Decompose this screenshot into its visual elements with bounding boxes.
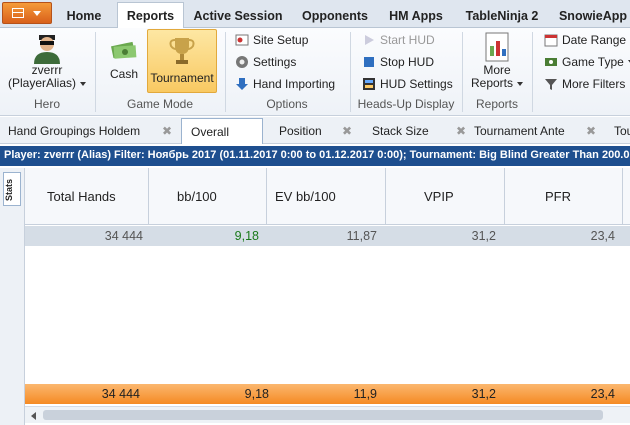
settings-label: Settings — [253, 55, 297, 69]
group-label-options: Options — [266, 97, 308, 111]
close-icon[interactable]: ✖ — [342, 124, 352, 138]
report-icon — [485, 32, 509, 62]
column-header-pfr[interactable]: PFR — [505, 168, 623, 225]
ribbon: zverrr (PlayerAlias) Hero Cash Tournamen… — [0, 28, 630, 116]
tab-tableninja[interactable]: TableNinja 2 — [460, 5, 544, 28]
report-tab-hand-groupings[interactable]: Hand Groupings Holdem — [8, 121, 140, 141]
menu-tab-bar: Home Reports Active Session Opponents HM… — [0, 0, 630, 29]
trophy-icon — [169, 38, 195, 64]
column-header-total-hands[interactable]: Total Hands — [25, 168, 149, 225]
separator — [225, 32, 226, 112]
stats-label: Stats — [4, 178, 15, 202]
separator — [462, 32, 463, 112]
column-header-vpip[interactable]: VPIP — [386, 168, 505, 225]
separator — [95, 32, 96, 112]
more-reports-button[interactable]: More Reports — [468, 30, 526, 94]
close-icon[interactable]: ✖ — [456, 124, 466, 138]
cell-pfr: 23,4 — [590, 229, 615, 243]
horizontal-scrollbar[interactable] — [25, 406, 630, 423]
grid-header: Total Hands bb/100 EV bb/100 VPIP PFR — [25, 168, 630, 225]
app-menu-button[interactable] — [2, 2, 52, 24]
cell-vpip: 31,2 — [471, 229, 496, 243]
separator — [350, 32, 351, 112]
more-filters-button[interactable]: More Filters — [544, 75, 625, 93]
start-hud-label: Start HUD — [380, 33, 435, 47]
stop-hud-button[interactable]: Stop HUD — [362, 53, 434, 71]
tab-reports[interactable]: Reports — [117, 2, 184, 29]
group-label-hud: Heads-Up Display — [357, 97, 455, 111]
tab-snowieapp[interactable]: SnowieApp — [556, 5, 630, 28]
site-setup-icon — [235, 33, 249, 47]
tournament-label: Tournament — [150, 71, 214, 85]
stop-icon — [362, 55, 376, 69]
total-ev-bb100: 11,9 — [353, 387, 377, 401]
group-label-hero: Hero — [33, 97, 60, 111]
chevron-down-icon — [33, 11, 41, 16]
start-hud-button[interactable]: Start HUD — [362, 31, 435, 49]
group-label-game-mode: Game Mode — [126, 97, 194, 111]
cell-total-hands: 34 444 — [104, 229, 143, 243]
column-header-ev-bb100[interactable]: EV bb/100 — [267, 168, 386, 225]
filter-icon — [544, 77, 558, 91]
report-tab-overall[interactable]: Overall — [181, 118, 263, 144]
tab-home[interactable]: Home — [60, 5, 108, 28]
import-arrow-icon — [235, 77, 249, 91]
group-label-reports: Reports — [475, 97, 519, 111]
cash-button[interactable]: Cash — [103, 30, 145, 88]
site-setup-button[interactable]: Site Setup — [235, 31, 308, 49]
scroll-left-icon[interactable] — [31, 412, 36, 420]
filter-summary: Player: zverrr (Alias) Filter: Ноябрь 20… — [0, 146, 630, 166]
more-reports-label-2: Reports — [468, 77, 526, 90]
site-setup-label: Site Setup — [253, 33, 309, 47]
side-panel: Stats — [0, 168, 25, 425]
close-icon[interactable]: ✖ — [586, 124, 596, 138]
close-icon[interactable]: ✖ — [162, 124, 172, 138]
game-type-button[interactable]: Game Type — [544, 53, 630, 71]
cell-bb100: 9,18 — [234, 229, 259, 243]
total-pfr: 23,4 — [590, 387, 615, 401]
hand-importing-button[interactable]: Hand Importing — [235, 75, 335, 93]
hand-importing-label: Hand Importing — [253, 77, 336, 91]
stats-side-tab[interactable]: Stats — [3, 172, 21, 206]
tab-opponents[interactable]: Opponents — [296, 5, 374, 28]
total-hands: 34 444 — [101, 387, 140, 401]
more-filters-label: More Filters — [562, 77, 626, 91]
hud-settings-icon — [362, 77, 376, 91]
column-header-bb100[interactable]: bb/100 — [149, 168, 267, 225]
gear-icon — [235, 55, 249, 69]
total-bb100: 9,18 — [244, 387, 269, 401]
scrollbar-thumb[interactable] — [43, 410, 603, 420]
hud-settings-button[interactable]: HUD Settings — [362, 75, 453, 93]
game-type-label: Game Type — [562, 55, 624, 69]
tab-hm-apps[interactable]: HM Apps — [384, 5, 448, 28]
report-tab-tournament-ante[interactable]: Tournament Ante — [474, 121, 565, 141]
cash-icon — [110, 41, 137, 59]
hud-settings-label: HUD Settings — [380, 77, 453, 91]
date-range-button[interactable]: Date Range — [544, 31, 630, 49]
game-type-icon — [544, 55, 558, 69]
report-tab-tournament[interactable]: Tou — [614, 121, 630, 141]
tab-active-session[interactable]: Active Session — [192, 5, 284, 28]
app-menu-icon — [12, 8, 24, 18]
totals-row: 34 444 9,18 11,9 31,2 23,4 — [25, 384, 630, 404]
total-vpip: 31,2 — [471, 387, 496, 401]
tournament-button[interactable]: Tournament — [147, 29, 217, 93]
settings-button[interactable]: Settings — [235, 53, 296, 71]
hero-selector[interactable]: zverrr (PlayerAlias) — [2, 30, 92, 94]
stop-hud-label: Stop HUD — [380, 55, 435, 69]
report-tab-stack-size[interactable]: Stack Size — [372, 121, 429, 141]
separator — [532, 32, 533, 112]
cell-ev-bb100: 11,87 — [346, 229, 377, 243]
hero-alias: (PlayerAlias) — [2, 77, 92, 90]
avatar-icon — [34, 35, 60, 64]
cash-label: Cash — [109, 67, 138, 81]
table-row[interactable]: 34 444 9,18 11,87 31,2 23,4 — [25, 226, 630, 246]
stats-grid: Total Hands bb/100 EV bb/100 VPIP PFR 34… — [25, 168, 630, 425]
report-tab-bar: Hand Groupings Holdem ✖ Overall Position… — [0, 117, 630, 144]
calendar-icon — [544, 33, 558, 47]
play-icon — [362, 33, 376, 47]
report-tab-position[interactable]: Position — [279, 121, 322, 141]
date-range-label: Date Range — [562, 33, 627, 47]
